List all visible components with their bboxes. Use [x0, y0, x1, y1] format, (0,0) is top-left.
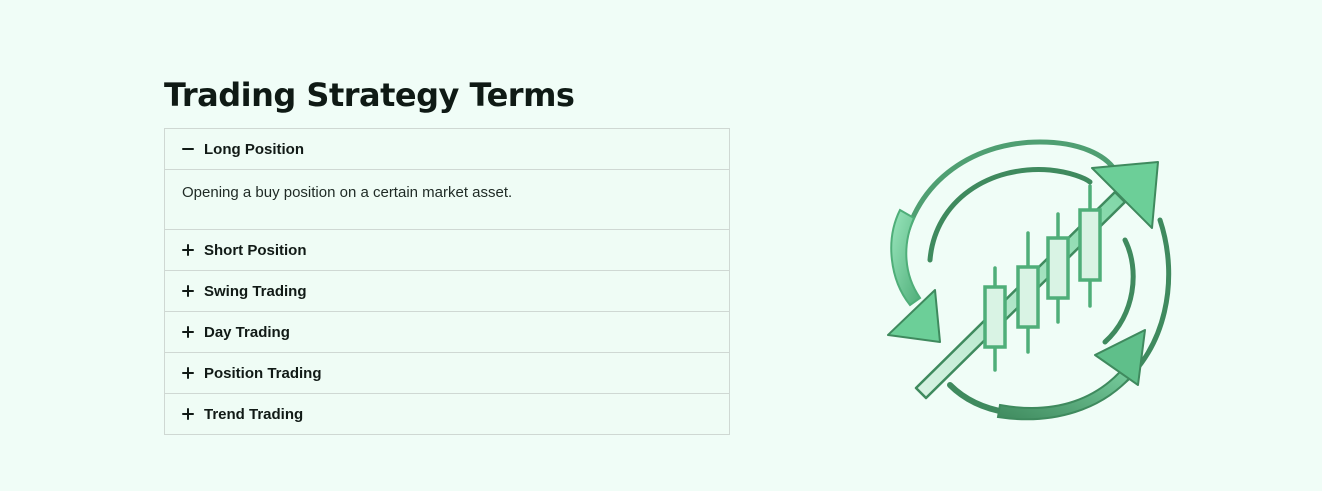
accordion-item-position-trading: Position Trading: [165, 352, 729, 393]
accordion-header-day-trading[interactable]: Day Trading: [165, 312, 729, 352]
trading-growth-icon: [887, 139, 1172, 421]
accordion-item-day-trading: Day Trading: [165, 311, 729, 352]
accordion-item-trend-trading: Trend Trading: [165, 393, 729, 434]
page-title: Trading Strategy Terms: [164, 76, 575, 114]
accordion-item-long-position: Long Position Opening a buy position on …: [165, 129, 729, 229]
candlestick-3: [1046, 212, 1070, 324]
page: Trading Strategy Terms Long Position Ope…: [0, 0, 1322, 491]
accordion: Long Position Opening a buy position on …: [164, 128, 730, 435]
plus-icon[interactable]: [182, 408, 194, 420]
accordion-title: Trend Trading: [204, 405, 304, 423]
accordion-content: Opening a buy position on a certain mark…: [165, 169, 729, 229]
accordion-title: Long Position: [204, 140, 304, 158]
accordion-title: Swing Trading: [204, 282, 307, 300]
plus-icon[interactable]: [182, 326, 194, 338]
candlestick-1: [983, 266, 1007, 372]
plus-icon[interactable]: [182, 367, 194, 379]
minus-icon[interactable]: [182, 143, 194, 155]
accordion-header-long-position[interactable]: Long Position: [165, 129, 729, 169]
accordion-item-swing-trading: Swing Trading: [165, 270, 729, 311]
left-curved-arrow: [890, 208, 922, 307]
accordion-header-position-trading[interactable]: Position Trading: [165, 353, 729, 393]
candlestick-2: [1016, 231, 1040, 354]
accordion-title: Short Position: [204, 241, 307, 259]
plus-icon[interactable]: [182, 285, 194, 297]
accordion-header-swing-trading[interactable]: Swing Trading: [165, 271, 729, 311]
accordion-header-short-position[interactable]: Short Position: [165, 230, 729, 270]
accordion-item-short-position: Short Position: [165, 229, 729, 270]
accordion-title: Day Trading: [204, 323, 290, 341]
accordion-title: Position Trading: [204, 364, 322, 382]
plus-icon[interactable]: [182, 244, 194, 256]
candlestick-4: [1078, 184, 1102, 308]
accordion-header-trend-trading[interactable]: Trend Trading: [165, 394, 729, 434]
inner-arc-right: [1102, 237, 1136, 345]
